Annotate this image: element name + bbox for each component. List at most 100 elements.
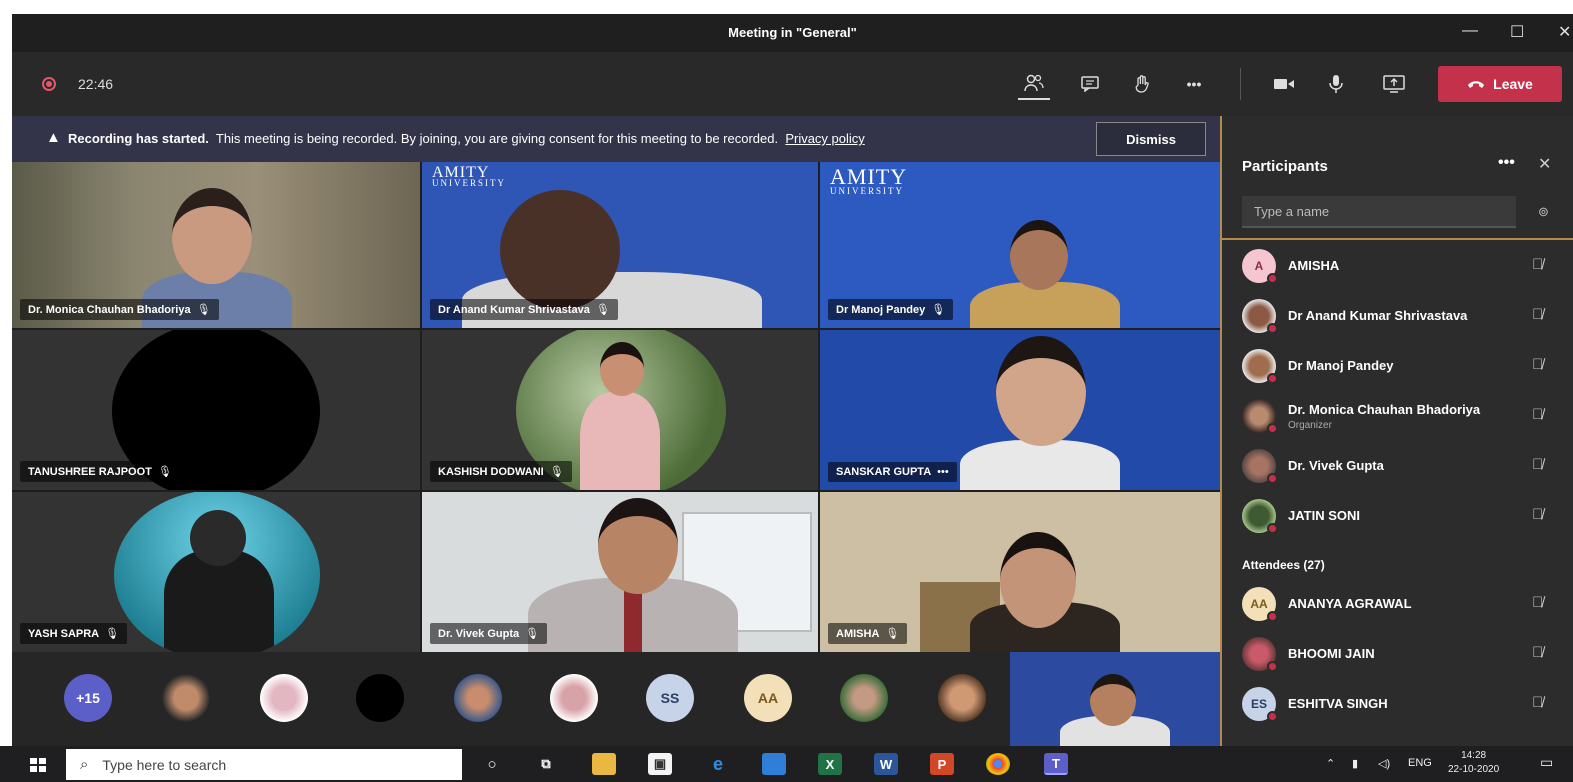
tile-name-label: AMISHA 🎙	[828, 623, 908, 644]
more-actions-icon[interactable]: •••	[1178, 68, 1210, 100]
participant-search-input[interactable]	[1242, 196, 1516, 228]
privacy-policy-link[interactable]: Privacy policy	[785, 131, 864, 146]
participant-avatar[interactable]	[938, 674, 986, 722]
muted-mic-icon[interactable]: 🎙̸	[1532, 406, 1543, 423]
teams-icon[interactable]: T	[1044, 753, 1068, 775]
participant-row[interactable]: JATIN SONI 🎙̸	[1220, 490, 1573, 540]
participant-avatar[interactable]: SS	[646, 674, 694, 722]
muted-mic-icon[interactable]: 🎙̸	[1532, 694, 1543, 711]
share-invite-icon[interactable]: ⊚	[1538, 204, 1549, 220]
edge-icon[interactable]: e	[706, 753, 730, 775]
dismiss-button[interactable]: Dismiss	[1096, 122, 1206, 156]
video-tile[interactable]: Dr. Monica Chauhan Bhadoriya 🎙	[12, 162, 420, 328]
person-head	[190, 510, 246, 566]
chrome-icon[interactable]	[986, 753, 1010, 775]
avatar	[1242, 299, 1278, 334]
tile-name-label: Dr Manoj Pandey 🎙	[828, 299, 954, 320]
participant-role: Organizer	[1288, 420, 1332, 431]
windows-start-icon[interactable]	[30, 758, 46, 772]
close-button[interactable]: ✕	[1558, 22, 1571, 42]
mic-icon: 🎙	[885, 628, 900, 640]
status-badge	[1267, 473, 1278, 484]
participant-row[interactable]: Dr Anand Kumar Shrivastava 🎙̸	[1220, 290, 1573, 340]
muted-mic-icon[interactable]: 🎙̸	[1532, 456, 1543, 473]
video-tile[interactable]: TANUSHREE RAJPOOT 🎙	[12, 330, 420, 490]
participant-row[interactable]: Dr. Vivek Gupta 🎙̸	[1220, 440, 1573, 490]
panel-close-icon[interactable]: ✕	[1538, 154, 1551, 174]
participant-row[interactable]: Dr. Monica Chauhan Bhadoriya Organizer 🎙…	[1220, 390, 1573, 440]
taskbar-clock[interactable]: 14:28 22-10-2020	[1448, 749, 1499, 777]
participant-avatar[interactable]	[454, 674, 502, 722]
participant-name: JATIN SONI	[1288, 508, 1360, 523]
panel-more-icon[interactable]: •••	[1498, 154, 1515, 172]
mic-icon: 🎙	[595, 304, 610, 316]
participant-row[interactable]: ES ESHITVA SINGH 🎙̸	[1220, 678, 1573, 728]
participant-avatar[interactable]	[840, 674, 888, 722]
cortana-icon[interactable]: ○	[480, 753, 504, 775]
self-view[interactable]	[1010, 652, 1220, 746]
title-bar: Meeting in "General" — ☐ ✕	[12, 14, 1573, 52]
participant-avatar[interactable]	[260, 674, 308, 722]
muted-mic-icon[interactable]: 🎙̸	[1532, 506, 1543, 523]
participant-row[interactable]: BHOOMI JAIN 🎙̸	[1220, 628, 1573, 678]
participant-avatar[interactable]: AA	[744, 674, 792, 722]
store-icon[interactable]: ▣	[648, 753, 672, 775]
video-tile[interactable]: KASHISH DODWANI 🎙	[422, 330, 818, 490]
camera-icon[interactable]	[1268, 68, 1300, 100]
video-tile[interactable]: Dr. Vivek Gupta 🎙	[422, 492, 818, 652]
tile-name-label: SANSKAR GUPTA •••	[828, 462, 957, 482]
avatar	[1242, 449, 1278, 484]
tile-name-label: TANUSHREE RAJPOOT 🎙	[20, 461, 180, 482]
chat-icon[interactable]	[1074, 68, 1106, 100]
overflow-participants-strip: +15 SS AA	[12, 652, 1010, 746]
muted-mic-icon[interactable]: 🎙̸	[1532, 306, 1543, 323]
mail-icon[interactable]	[762, 753, 786, 775]
maximize-button[interactable]: ☐	[1510, 22, 1524, 42]
mic-icon: 🎙	[196, 304, 211, 316]
muted-mic-icon[interactable]: 🎙̸	[1532, 356, 1543, 373]
video-tile[interactable]: AMITY UNIVERSITY Dr Manoj Pandey 🎙	[820, 162, 1220, 328]
share-screen-icon[interactable]	[1378, 68, 1410, 100]
panel-border	[1220, 116, 1222, 746]
avatar	[1242, 499, 1278, 534]
leave-button[interactable]: Leave	[1438, 66, 1562, 102]
participant-avatar[interactable]	[550, 674, 598, 722]
excel-icon[interactable]: X	[818, 753, 842, 775]
person-head	[1000, 532, 1076, 628]
show-participants-icon[interactable]	[1018, 68, 1050, 100]
attendees-section-header[interactable]: Attendees (27)	[1242, 558, 1325, 572]
language-indicator[interactable]: ENG	[1408, 757, 1432, 769]
word-icon[interactable]: W	[874, 753, 898, 775]
muted-mic-icon[interactable]: 🎙̸	[1532, 256, 1543, 273]
participant-row[interactable]: Dr Manoj Pandey 🎙̸	[1220, 340, 1573, 390]
minimize-button[interactable]: —	[1462, 22, 1478, 40]
status-badge	[1267, 711, 1278, 722]
participant-avatar[interactable]	[162, 674, 210, 722]
notifications-icon[interactable]: ▭	[1540, 754, 1553, 771]
microphone-icon[interactable]	[1320, 68, 1352, 100]
participant-row[interactable]: AA ANANYA AGRAWAL 🎙̸	[1220, 578, 1573, 628]
network-icon[interactable]: ▮	[1352, 757, 1358, 770]
taskbar-search-box[interactable]: ⌕ Type here to search	[66, 749, 462, 780]
meeting-timer: 22:46	[78, 76, 114, 92]
participant-name: AMISHA	[1288, 258, 1340, 273]
overflow-count-button[interactable]: +15	[64, 674, 112, 722]
volume-icon[interactable]: ◁)	[1378, 757, 1390, 770]
raise-hand-icon[interactable]	[1126, 68, 1158, 100]
mic-icon: 🎙	[105, 628, 120, 640]
video-tile[interactable]: AMISHA 🎙	[820, 492, 1220, 652]
video-tile[interactable]: SANSKAR GUPTA •••	[820, 330, 1220, 490]
tray-overflow-icon[interactable]: ⌃	[1326, 757, 1335, 770]
muted-mic-icon[interactable]: 🎙̸	[1532, 644, 1543, 661]
participant-name: ANANYA AGRAWAL	[1288, 596, 1412, 611]
participant-row[interactable]: A AMISHA 🎙̸	[1220, 240, 1573, 290]
muted-mic-icon[interactable]: 🎙̸	[1532, 594, 1543, 611]
task-view-icon[interactable]: ⧉	[534, 753, 558, 775]
tile-name-label: Dr. Vivek Gupta 🎙	[430, 623, 548, 644]
file-explorer-icon[interactable]	[592, 753, 616, 775]
powerpoint-icon[interactable]: P	[930, 753, 954, 775]
participant-avatar[interactable]	[356, 674, 404, 722]
video-tile[interactable]: YASH SAPRA 🎙	[12, 492, 420, 652]
video-tile[interactable]: AMITY UNIVERSITY Dr Anand Kumar Shrivasta…	[422, 162, 818, 328]
mic-icon: 🎙	[549, 466, 564, 478]
